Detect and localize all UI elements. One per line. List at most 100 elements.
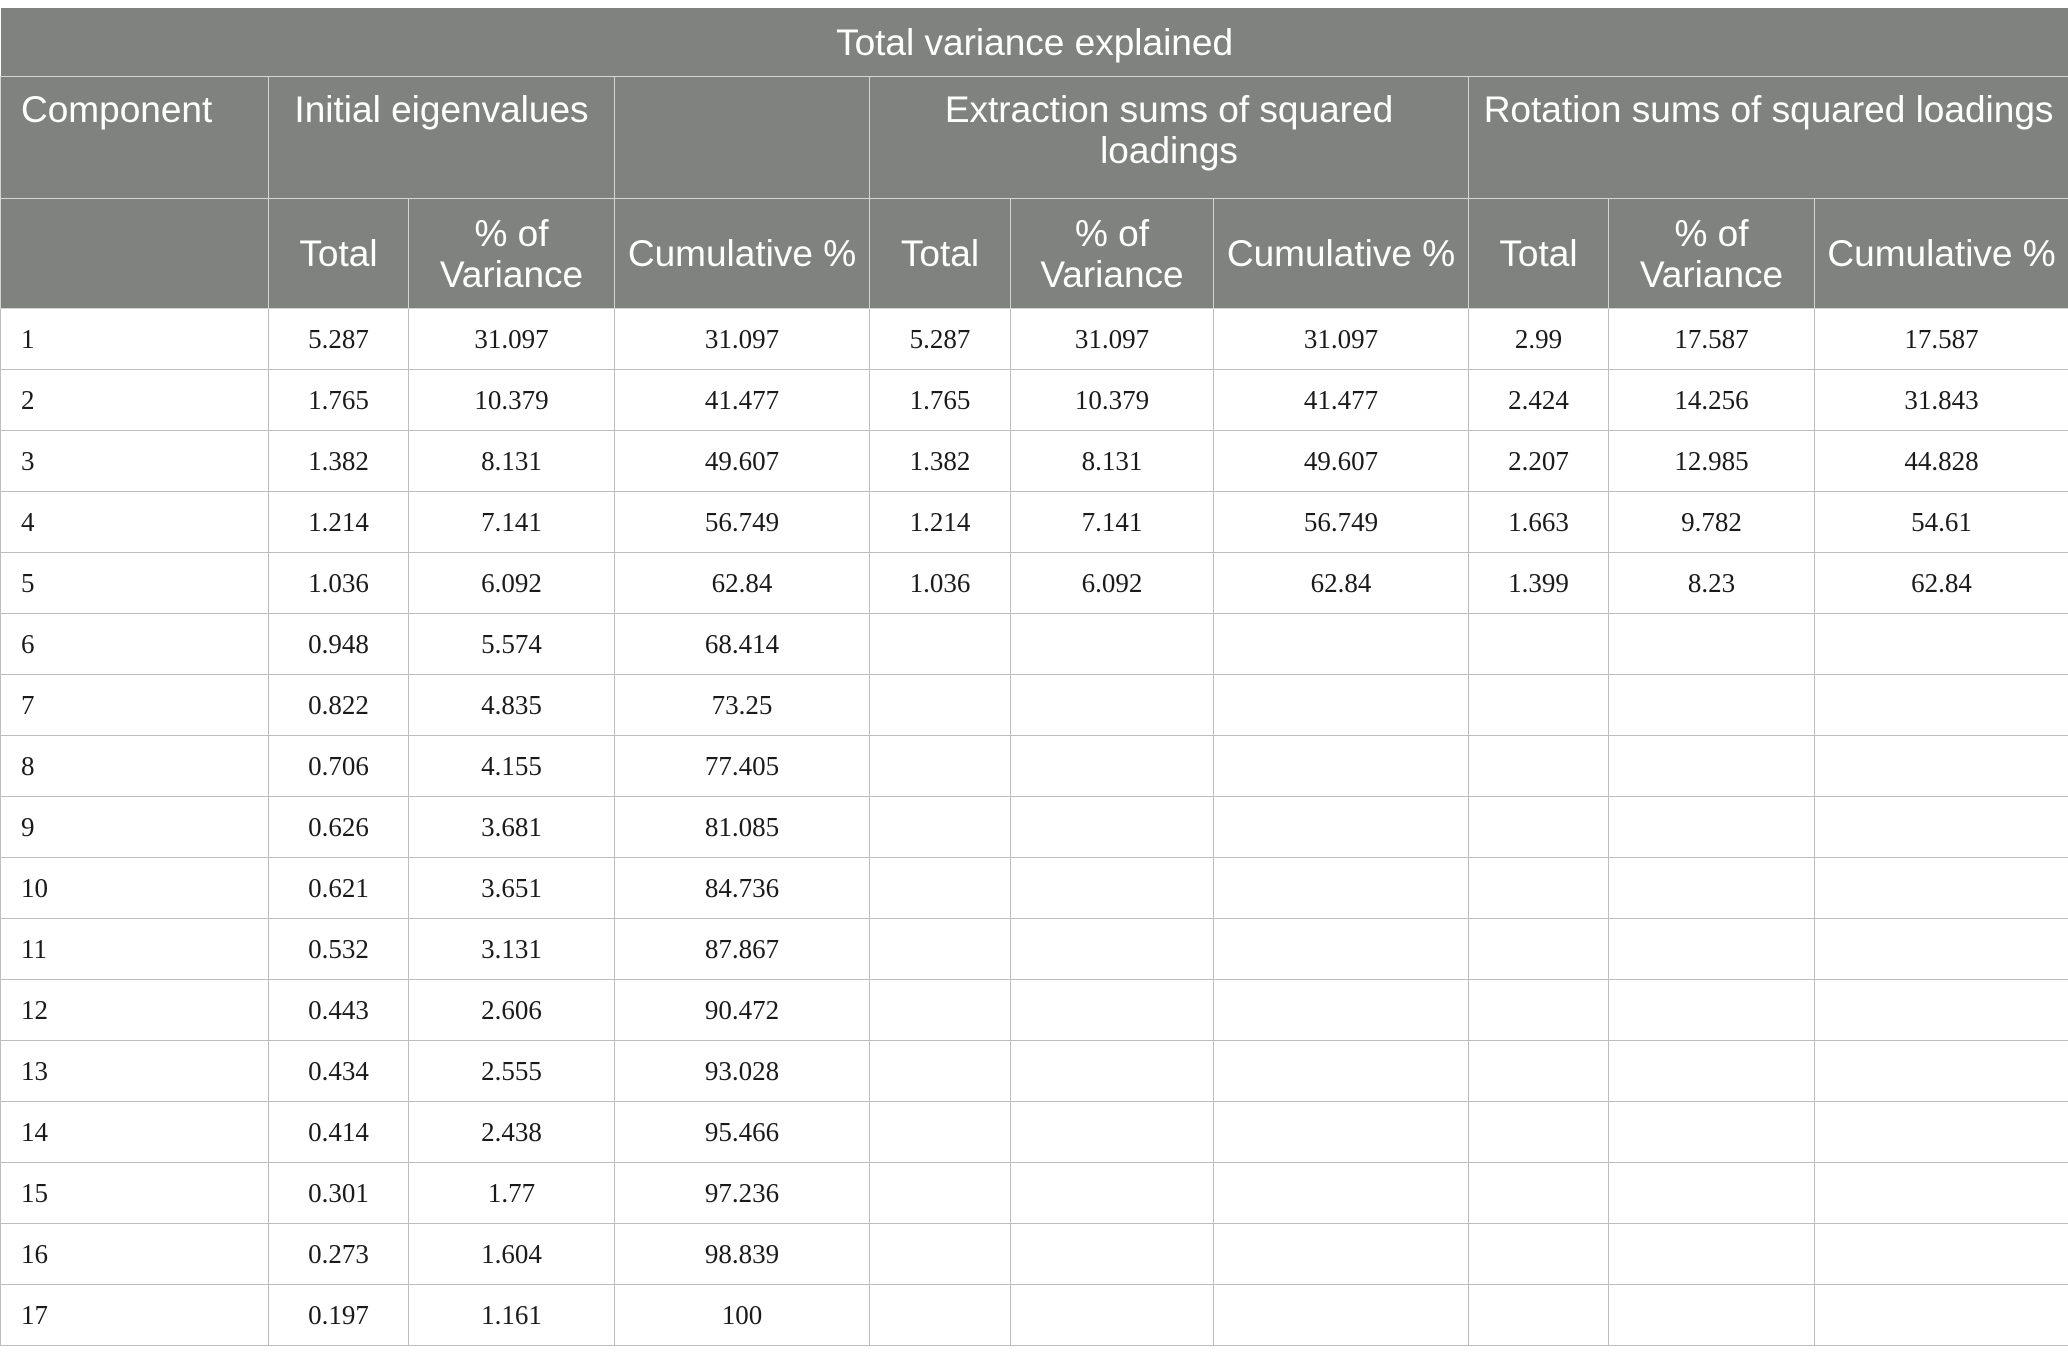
value-cell [1213,857,1469,919]
value-cell [1813,796,2068,858]
value-cell: 44.828 [1813,430,2068,492]
subheader-initial-total: Total [268,198,409,309]
value-cell: 87.867 [614,918,870,980]
value-cell: 3.131 [408,918,615,980]
value-cell: 0.626 [268,796,409,858]
component-cell: 12 [0,979,269,1041]
value-cell [1010,1284,1214,1346]
table-row: 16 0.273 1.604 98.839 [0,1223,2068,1285]
component-cell: 2 [0,369,269,431]
table-row: 4 1.214 7.141 56.749 1.214 7.141 56.749 1.663 9.… [0,491,2068,553]
value-cell: 77.405 [614,735,870,797]
component-cell: 3 [0,430,269,492]
value-cell: 97.236 [614,1162,870,1224]
value-cell [1010,918,1214,980]
value-cell: 56.749 [1213,491,1469,553]
table-row: 12 0.443 2.606 90.472 [0,979,2068,1041]
value-cell [1010,979,1214,1041]
value-cell [1468,857,1609,919]
subheader-rotation-cumulative: Cumulative % [1813,198,2068,309]
table-row: 3 1.382 8.131 49.607 1.382 8.131 49.607 2.207 12… [0,430,2068,492]
header-rotation: Rotation sums of squared loadings [1467,76,2068,199]
value-cell [1468,979,1609,1041]
value-cell [1608,613,1815,675]
value-cell: 1.036 [869,552,1011,614]
value-cell: 1.214 [268,491,409,553]
header-extraction: Extraction sums of squared loadings [869,76,1469,199]
value-cell [1010,796,1214,858]
value-cell: 41.477 [1213,369,1469,431]
value-cell: 5.287 [268,308,409,370]
value-cell [1608,918,1815,980]
value-cell [1608,857,1815,919]
value-cell [1213,979,1469,1041]
value-cell: 1.77 [408,1162,615,1224]
value-cell: 90.472 [614,979,870,1041]
value-cell: 14.256 [1608,369,1815,431]
component-cell: 15 [0,1162,269,1224]
value-cell [1213,1284,1469,1346]
table-row: 9 0.626 3.681 81.085 [0,796,2068,858]
value-cell: 7.141 [408,491,615,553]
header-component: Component [0,76,269,199]
table-row: 13 0.434 2.555 93.028 [0,1040,2068,1102]
value-cell: 8.131 [1010,430,1214,492]
value-cell: 1.765 [869,369,1011,431]
value-cell [1468,613,1609,675]
value-cell: 5.574 [408,613,615,675]
value-cell [1468,1162,1609,1224]
value-cell [1010,1040,1214,1102]
value-cell [869,918,1011,980]
table-row: 8 0.706 4.155 77.405 [0,735,2068,797]
value-cell: 17.587 [1813,308,2068,370]
value-cell: 5.287 [869,308,1011,370]
value-cell [1608,1040,1815,1102]
value-cell [1010,735,1214,797]
value-cell: 3.681 [408,796,615,858]
subheader-extraction-cumulative: Cumulative % [1213,198,1469,309]
value-cell: 31.843 [1813,369,2068,431]
value-cell: 0.414 [268,1101,409,1163]
value-cell [1608,796,1815,858]
value-cell [1813,1040,2068,1102]
value-cell: 0.948 [268,613,409,675]
value-cell: 0.532 [268,918,409,980]
value-cell: 31.097 [614,308,870,370]
value-cell [1010,613,1214,675]
value-cell [1608,979,1815,1041]
value-cell: 9.782 [1608,491,1815,553]
subheader-extraction-total: Total [869,198,1011,309]
value-cell [1213,735,1469,797]
value-cell [1608,1101,1815,1163]
value-cell [1010,674,1214,736]
component-cell: 6 [0,613,269,675]
value-cell: 10.379 [408,369,615,431]
value-cell [869,857,1011,919]
value-cell [869,674,1011,736]
value-cell: 2.424 [1468,369,1609,431]
value-cell [1468,918,1609,980]
value-cell [1813,1162,2068,1224]
value-cell: 31.097 [1213,308,1469,370]
value-cell [1468,1223,1609,1285]
value-cell [869,1162,1011,1224]
value-cell: 1.036 [268,552,409,614]
value-cell [1010,857,1214,919]
value-cell [869,735,1011,797]
value-cell: 95.466 [614,1101,870,1163]
value-cell: 0.301 [268,1162,409,1224]
value-cell: 68.414 [614,613,870,675]
table-body: 1 5.287 31.097 31.097 5.287 31.097 31.097 2.99 1… [0,308,2068,1346]
value-cell: 62.84 [1213,552,1469,614]
value-cell [1813,1101,2068,1163]
value-cell [869,796,1011,858]
value-cell [1813,1223,2068,1285]
value-cell: 54.61 [1813,491,2068,553]
value-cell: 0.434 [268,1040,409,1102]
component-cell: 11 [0,918,269,980]
value-cell: 73.25 [614,674,870,736]
table-row: 6 0.948 5.574 68.414 [0,613,2068,675]
subheader-extraction-pct-variance: % of Variance [1010,198,1214,309]
value-cell: 56.749 [614,491,870,553]
value-cell: 84.736 [614,857,870,919]
